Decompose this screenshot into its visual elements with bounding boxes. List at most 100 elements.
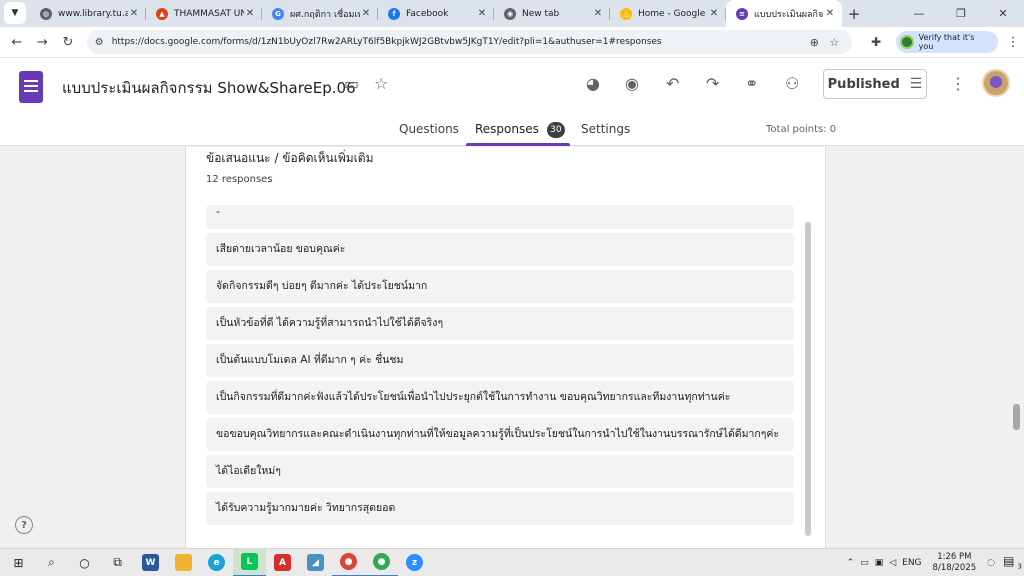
cortana-button[interactable]: ○	[68, 549, 101, 576]
windows-taskbar: ⊞ ⌕ ○ ⧉ W e L A ◢ ● ● z ⌃ ▭ ▣ ◁ ENG 1:26…	[0, 548, 1024, 576]
response-list[interactable]: - เสียดายเวลาน้อย ขอบคุณค่ะ จัดกิจกรรมดีๆ …	[206, 203, 794, 543]
form-title[interactable]: แบบประเมินผลกิจกรรม Show&ShareEp.06	[62, 76, 356, 100]
folder-icon[interactable]: ▭	[344, 74, 359, 93]
chevron-up-icon[interactable]: ⌃	[844, 558, 858, 568]
browser-menu-button[interactable]: ⋮	[1002, 35, 1024, 50]
browser-tab[interactable]: ◍ www.library.tu.ac.th✕	[30, 0, 146, 27]
tune-icon: ☰	[909, 76, 923, 92]
line-icon: L	[241, 553, 258, 570]
published-button[interactable]: Published ☰	[823, 69, 927, 99]
help-icon: ?	[21, 519, 27, 531]
page-scrollbar[interactable]	[1013, 404, 1020, 430]
reload-icon: ↻	[62, 34, 74, 50]
undo-icon[interactable]: ↶	[666, 74, 679, 93]
language-indicator[interactable]: ENG	[899, 558, 924, 568]
taskbar-edge[interactable]: e	[200, 549, 233, 576]
help-button[interactable]: ?	[15, 516, 33, 534]
taskbar-app[interactable]: ◢	[299, 549, 332, 576]
redo-icon[interactable]: ↷	[706, 74, 719, 93]
url-text: https://docs.google.com/forms/d/1zN1bUyO…	[111, 37, 662, 47]
more-options-icon[interactable]: ⋮	[950, 74, 966, 93]
tab-close-icon[interactable]: ✕	[244, 8, 256, 19]
taskbar-file-explorer[interactable]	[167, 549, 200, 576]
tab-close-icon[interactable]: ✕	[360, 8, 372, 19]
star-icon[interactable]: ☆	[374, 74, 388, 93]
new-tab-button[interactable]: +	[842, 0, 866, 27]
tab-settings[interactable]: Settings	[581, 122, 630, 136]
back-button[interactable]: ←	[4, 29, 30, 55]
browser-tab[interactable]: ≡ แบบประเมินผลกิจกรรม Show✕	[726, 0, 842, 27]
preview-eye-icon[interactable]: ◉	[625, 74, 639, 93]
tab-close-icon[interactable]: ✕	[128, 8, 140, 19]
forward-button[interactable]: →	[30, 29, 56, 55]
tab-search-button[interactable]: ▼	[4, 2, 26, 24]
taskbar-acrobat[interactable]: A	[266, 549, 299, 576]
tab-close-icon[interactable]: ✕	[476, 8, 488, 19]
search-button[interactable]: ⌕	[35, 549, 68, 576]
taskbar-word[interactable]: W	[134, 549, 167, 576]
tab-close-icon[interactable]: ✕	[824, 8, 836, 19]
close-window-button[interactable]: ✕	[982, 0, 1024, 27]
plus-icon: +	[847, 4, 861, 23]
palette-icon[interactable]: ◕	[586, 74, 600, 93]
verify-identity-chip[interactable]: Verify that it's you	[895, 31, 999, 53]
bookmark-star-icon[interactable]: ☆	[824, 36, 844, 49]
zoom-icon[interactable]: ⊕	[804, 36, 824, 49]
tab-favicon-icon: ◍	[40, 7, 52, 20]
address-bar[interactable]: ⚙ https://docs.google.com/forms/d/1zN1bU…	[86, 30, 853, 54]
clock[interactable]: 1:26 PM 8/18/2025	[925, 552, 985, 574]
taskbar-chrome-profile[interactable]: ●	[365, 549, 398, 576]
notification-count: 3	[1017, 562, 1022, 571]
browser-tab[interactable]: △ Home - Google Drive✕	[610, 0, 726, 27]
maximize-button[interactable]: ❐	[940, 0, 982, 27]
taskbar-chrome[interactable]: ●	[332, 549, 365, 576]
response-count: 12 responses	[206, 174, 273, 185]
extensions-icon[interactable]: ✚	[862, 35, 890, 49]
minimize-button[interactable]: —	[898, 0, 940, 27]
response-item: -	[206, 205, 794, 229]
add-collaborator-icon[interactable]: ⚇	[785, 74, 799, 93]
meet-now-icon[interactable]: ◌	[984, 558, 998, 568]
tab-title: www.library.tu.ac.th	[58, 8, 128, 19]
clock-date: 8/18/2025	[932, 562, 977, 573]
chevron-down-icon: ▼	[11, 8, 19, 18]
zoom-app-icon: z	[406, 554, 423, 571]
notifications-button[interactable]: ▤ 3	[998, 554, 1024, 570]
tab-title: Facebook	[406, 8, 449, 19]
circle-icon: ○	[79, 555, 90, 570]
tab-favicon-icon: ▲	[156, 7, 168, 20]
link-icon[interactable]: ⚭	[745, 74, 758, 93]
clock-time: 1:26 PM	[937, 551, 972, 562]
avatar[interactable]	[982, 69, 1010, 97]
response-item: เป็นหัวข้อที่ดี ได้ความรู้ที่สามารถนำไปใ…	[206, 307, 794, 340]
tab-title: New tab	[522, 8, 560, 19]
taskbar-line[interactable]: L	[233, 548, 266, 576]
network-icon[interactable]: ▣	[872, 558, 887, 568]
taskbar-zoom[interactable]: z	[398, 549, 431, 576]
arrow-right-icon: →	[36, 34, 48, 50]
volume-icon[interactable]: ◁	[886, 558, 899, 568]
tab-title: THAMMASAT UNIVERSITY	[174, 8, 244, 19]
response-item: เป็นต้นแบบโมเดล AI ที่ดีมาก ๆ ค่ะ ชื่นชม	[206, 344, 794, 377]
browser-tab[interactable]: ▲ THAMMASAT UNIVERSITY✕	[146, 0, 262, 27]
site-info-icon[interactable]: ⚙	[95, 37, 104, 48]
battery-icon[interactable]: ▭	[857, 558, 872, 568]
question-title: ข้อเสนอแนะ / ข้อคิดเห็นเพิ่มเติม	[206, 151, 374, 165]
window-controls: — ❐ ✕	[898, 0, 1024, 27]
browser-tab[interactable]: f Facebook ✕	[378, 0, 494, 27]
google-forms-logo-icon[interactable]	[19, 71, 43, 103]
browser-tab[interactable]: G ผศ.กฤติกา เชื่อมเพชร✕	[262, 0, 378, 27]
browser-toolbar: ← → ↻ ⚙ https://docs.google.com/forms/d/…	[0, 27, 1024, 58]
tab-close-icon[interactable]: ✕	[592, 8, 604, 19]
reload-button[interactable]: ↻	[55, 29, 81, 55]
chrome-profile-icon: ●	[373, 553, 390, 570]
response-list-scrollbar[interactable]	[805, 222, 811, 536]
start-button[interactable]: ⊞	[2, 549, 35, 576]
tab-questions[interactable]: Questions	[399, 122, 459, 136]
browser-tab[interactable]: ◉ New tab ✕	[494, 0, 610, 27]
tab-responses[interactable]: Responses 30	[475, 122, 565, 138]
system-tray: ⌃ ▭ ▣ ◁ ENG 1:26 PM 8/18/2025 ◌ ▤ 3	[844, 549, 1024, 576]
tab-close-icon[interactable]: ✕	[708, 8, 720, 19]
task-view-button[interactable]: ⧉	[101, 549, 134, 576]
tab-favicon-icon: ≡	[736, 7, 748, 20]
